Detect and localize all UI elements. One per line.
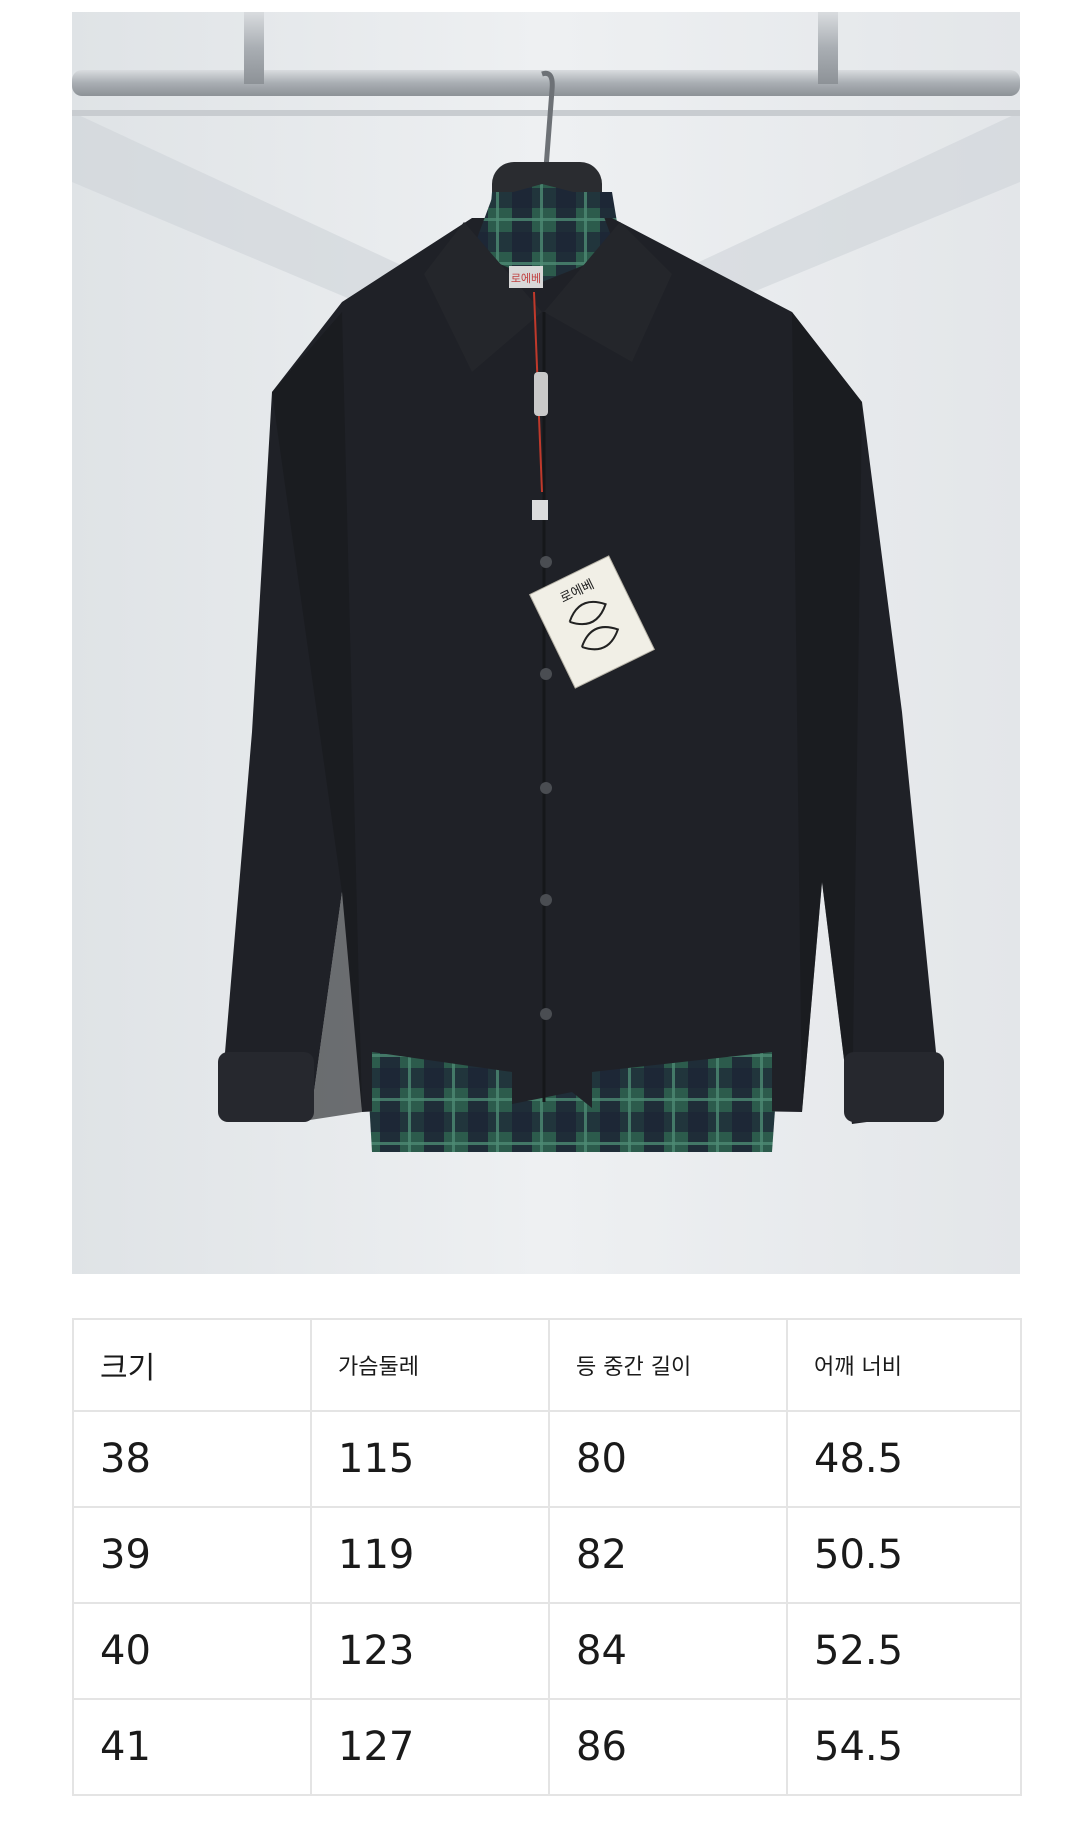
size-table-header: 크기 가슴둘레 등 중간 길이 어깨 너비	[72, 1318, 1022, 1412]
cell-chest: 123	[310, 1602, 550, 1700]
cell-size: 40	[72, 1602, 312, 1700]
cell-shoulder-width: 48.5	[786, 1410, 1022, 1508]
header-size: 크기	[72, 1318, 312, 1412]
cell-back-length: 84	[548, 1602, 788, 1700]
header-shoulder-width: 어깨 너비	[786, 1318, 1022, 1412]
left-cuff	[218, 1052, 314, 1122]
table-row: 38 115 80 48.5	[72, 1410, 1022, 1508]
cell-shoulder-width: 52.5	[786, 1602, 1022, 1700]
svg-text:로에베: 로에베	[511, 272, 541, 285]
header-back-length: 등 중간 길이	[548, 1318, 788, 1412]
cell-size: 41	[72, 1698, 312, 1796]
header-chest: 가슴둘레	[310, 1318, 550, 1412]
cell-chest: 115	[310, 1410, 550, 1508]
cell-size: 38	[72, 1410, 312, 1508]
table-row: 41 127 86 54.5	[72, 1698, 1022, 1796]
table-row: 40 123 84 52.5	[72, 1602, 1022, 1700]
right-cuff	[844, 1052, 944, 1122]
cell-size: 39	[72, 1506, 312, 1604]
product-photo: 로에베 로에베	[72, 12, 1020, 1274]
cell-shoulder-width: 50.5	[786, 1506, 1022, 1604]
cell-chest: 127	[310, 1698, 550, 1796]
cell-chest: 119	[310, 1506, 550, 1604]
size-table: 크기 가슴둘레 등 중간 길이 어깨 너비 38 115 80 48.5 39 …	[72, 1318, 1022, 1796]
table-row: 39 119 82 50.5	[72, 1506, 1022, 1604]
zipper-pull	[534, 372, 548, 416]
cell-shoulder-width: 54.5	[786, 1698, 1022, 1796]
cell-back-length: 86	[548, 1698, 788, 1796]
small-tag	[532, 500, 548, 520]
cell-back-length: 80	[548, 1410, 788, 1508]
cell-back-length: 82	[548, 1506, 788, 1604]
shirt-on-hanger-illustration: 로에베 로에베	[72, 12, 1020, 1274]
